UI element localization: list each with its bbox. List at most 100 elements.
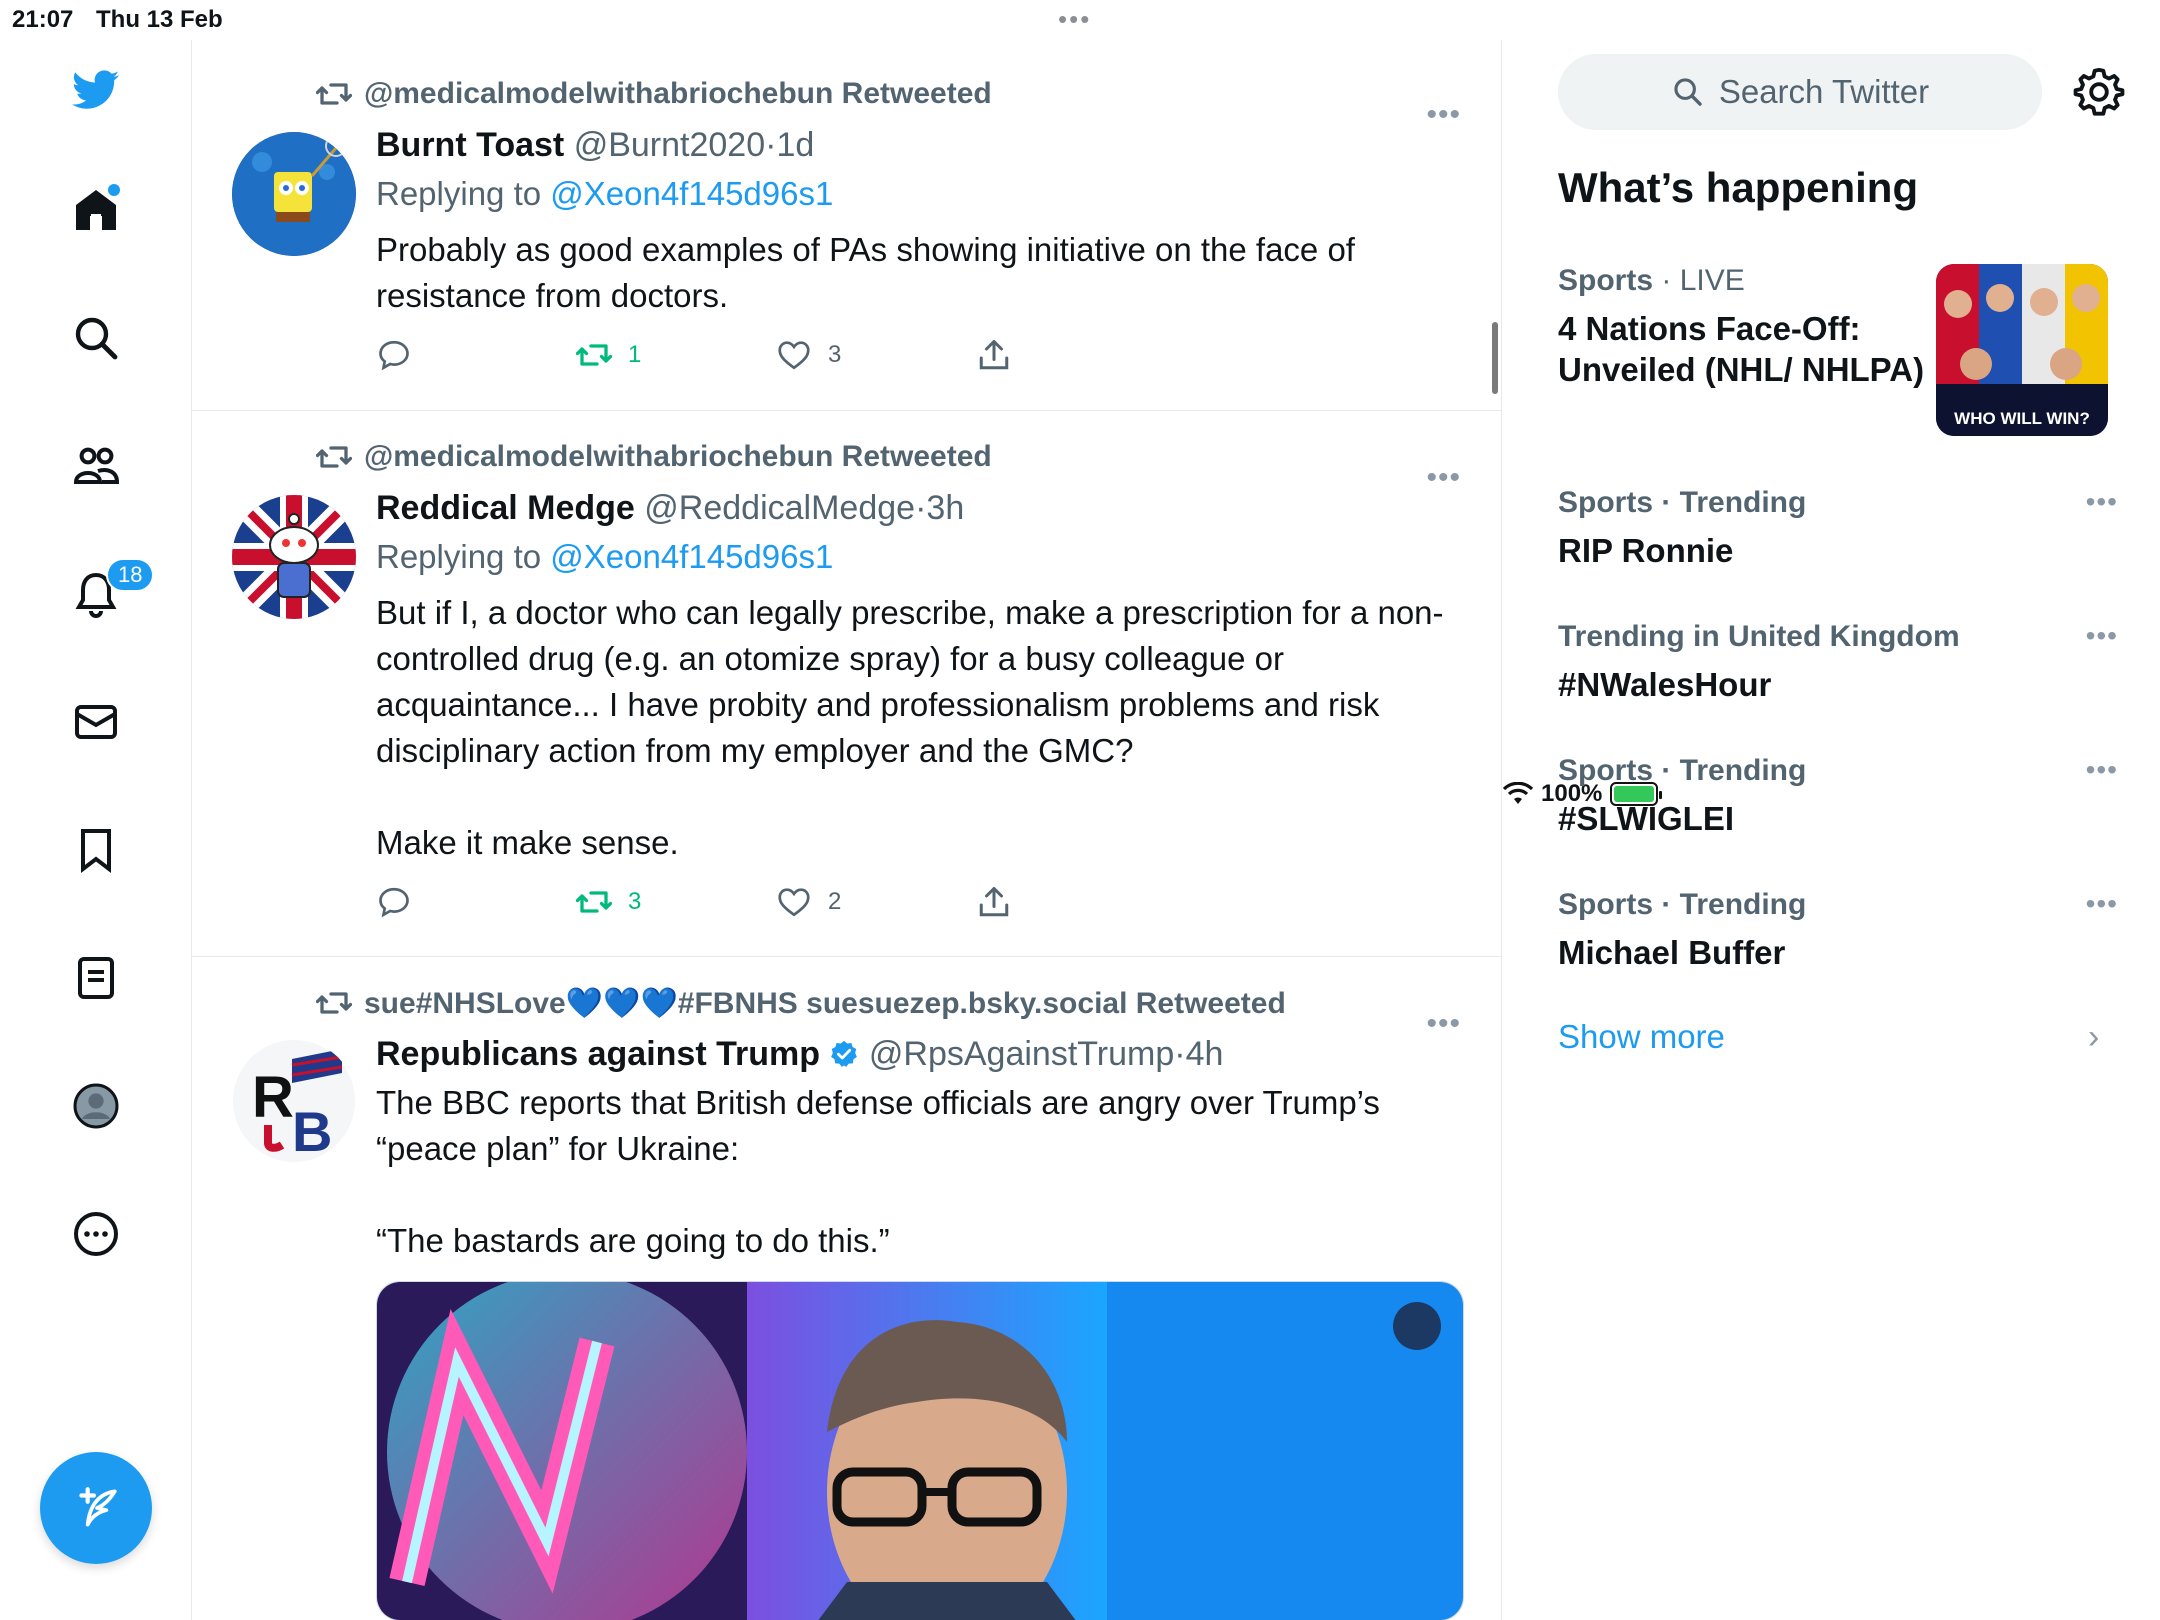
home-unread-dot <box>108 184 120 196</box>
more-options-icon[interactable] <box>68 1206 124 1262</box>
tweet-text: But if I, a doctor who can legally presc… <box>376 594 1444 861</box>
share-button[interactable] <box>976 884 1176 920</box>
trend-more-button[interactable]: ••• <box>2086 888 2118 920</box>
search-placeholder: Search Twitter <box>1718 73 1930 110</box>
like-count: 3 <box>828 341 842 368</box>
retweet-context-icon <box>316 446 352 468</box>
trend-more-button[interactable]: ••• <box>2086 486 2118 518</box>
verified-badge-icon <box>831 1040 858 1067</box>
author-handle[interactable]: @ReddicalMedge <box>644 489 915 527</box>
retweet-button[interactable]: 3 <box>576 884 776 920</box>
trend-item[interactable]: Trending in United Kingdom #NWalesHour •… <box>1558 620 2118 705</box>
right-sidebar: Search Twitter What’s happening Sports ·… <box>1503 40 2160 1620</box>
profile-avatar-icon[interactable] <box>68 1078 124 1134</box>
tweet-media-video[interactable] <box>376 1281 1464 1620</box>
retweet-context: @medicalmodelwithabriochebun Retweeted <box>316 439 992 475</box>
share-icon <box>979 340 1009 370</box>
reply-target-link[interactable]: @Xeon4f145d96s1 <box>550 175 833 212</box>
lists-icon[interactable] <box>68 950 124 1006</box>
reply-icon <box>379 887 409 918</box>
author-name[interactable]: Republicans against Trump <box>376 1035 820 1073</box>
trend-item[interactable]: Sports · Trending RIP Ronnie ••• <box>1558 486 2118 571</box>
author-name[interactable]: Burnt Toast <box>376 126 564 164</box>
trend-meta: Sports · LIVE <box>1558 264 1978 298</box>
tweet-actions: 3 2 <box>376 884 1461 920</box>
left-navigation: 18 <box>0 40 192 1620</box>
trend-more-button[interactable]: ••• <box>2086 754 2118 786</box>
compose-feather-icon <box>79 1487 117 1527</box>
retweeted-by[interactable]: @medicalmodelwithabriochebun Retweeted <box>364 77 992 111</box>
tweet[interactable]: @medicalmodelwithabriochebun Retweeted •… <box>192 411 1501 957</box>
trend-title: RIP Ronnie <box>1558 532 1734 569</box>
explore-search-icon[interactable] <box>68 310 124 366</box>
trend-more-button[interactable]: ••• <box>2086 620 2118 652</box>
tweet-body: Burnt Toast @Burnt2020·1d Replying to @X… <box>376 126 1461 373</box>
home-icon[interactable] <box>68 182 124 238</box>
reply-button[interactable] <box>376 884 576 920</box>
tweet-text: The BBC reports that British defense off… <box>376 1084 1380 1259</box>
bookmarks-icon[interactable] <box>68 822 124 878</box>
reply-icon <box>379 340 409 371</box>
replying-prefix: Replying to <box>376 538 551 575</box>
tweet-actions: 1 3 <box>376 337 1461 373</box>
status-date: Thu 13 Feb <box>96 6 223 33</box>
notifications-bell-icon[interactable]: 18 <box>68 558 155 622</box>
trend-item-featured[interactable]: Sports · LIVE 4 Nations Face-Off: Unveil… <box>1558 264 1978 390</box>
retweet-context-icon <box>316 992 352 1014</box>
timeline-scrollbar[interactable] <box>1492 322 1498 394</box>
search-input[interactable]: Search Twitter <box>1558 54 2042 130</box>
tweet-body: Reddical Medge @ReddicalMedge·3h Replyin… <box>376 489 1461 920</box>
replying-to: Replying to @Xeon4f145d96s1 <box>376 538 1461 576</box>
trend-title: 4 Nations Face-Off: Unveiled (NHL/ NHLPA… <box>1558 310 1925 388</box>
header-separator: · <box>915 489 927 527</box>
reply-target-link[interactable]: @Xeon4f145d96s1 <box>550 538 833 575</box>
trend-title: #NWalesHour <box>1558 666 1772 703</box>
communities-icon[interactable] <box>68 438 124 494</box>
retweet-context: sue#NHSLove💙💙💙#FBNHS suesuezep.bsky.soci… <box>316 985 1286 1021</box>
like-button[interactable]: 3 <box>776 337 976 373</box>
settings-gear-icon[interactable] <box>2073 66 2125 118</box>
retweet-count: 1 <box>628 341 642 368</box>
whats-happening-title: What’s happening <box>1558 164 1919 211</box>
author-handle[interactable]: @Burnt2020 <box>574 126 765 164</box>
messages-envelope-icon[interactable] <box>68 694 124 750</box>
thumbnail-caption: WHO WILL WIN? <box>1954 409 2090 428</box>
share-button[interactable] <box>976 337 1176 373</box>
avatar[interactable] <box>232 132 356 256</box>
retweet-button[interactable]: 1 <box>576 337 776 373</box>
author-handle[interactable]: @RpsAgainstTrump <box>869 1035 1174 1073</box>
replying-prefix: Replying to <box>376 175 551 212</box>
avatar[interactable]: RB <box>232 1039 356 1163</box>
heart-icon <box>778 888 810 917</box>
trend-title: Michael Buffer <box>1558 934 1786 971</box>
compose-tweet-button[interactable] <box>40 1452 152 1564</box>
tweet-text: Probably as good examples of PAs showing… <box>376 231 1365 314</box>
reply-button[interactable] <box>376 337 576 373</box>
status-bar: 21:07 Thu 13 Feb ••• 100% <box>0 0 2160 807</box>
trend-item[interactable]: Sports · Trending Michael Buffer ••• <box>1558 888 2118 973</box>
tweet-timestamp[interactable]: 3h <box>926 489 964 527</box>
twitter-logo-icon[interactable] <box>68 62 124 118</box>
author-name[interactable]: Reddical Medge <box>376 489 635 527</box>
tweet[interactable]: @medicalmodelwithabriochebun Retweeted •… <box>192 40 1501 411</box>
like-button[interactable]: 2 <box>776 884 976 920</box>
multitasking-handle[interactable]: ••• <box>1058 4 1091 35</box>
retweet-context: @medicalmodelwithabriochebun Retweeted <box>316 76 992 112</box>
notifications-badge: 18 <box>106 558 155 592</box>
tweet[interactable]: sue#NHSLove💙💙💙#FBNHS suesuezep.bsky.soci… <box>192 957 1501 1620</box>
show-more-link[interactable]: Show more <box>1558 1018 1725 1056</box>
heart-icon <box>778 341 810 370</box>
retweeted-by[interactable]: sue#NHSLove💙💙💙#FBNHS suesuezep.bsky.soci… <box>364 986 1286 1021</box>
trend-meta: Sports · Trending <box>1558 754 1807 787</box>
retweeted-by[interactable]: @medicalmodelwithabriochebun Retweeted <box>364 440 992 474</box>
trend-category: Sports <box>1558 264 1654 297</box>
like-count: 2 <box>828 888 842 915</box>
trend-thumbnail[interactable]: WHO WILL WIN? <box>1936 264 2108 436</box>
avatar[interactable] <box>232 495 356 619</box>
trend-item[interactable]: Sports · Trending #SLWIGLEI ••• <box>1558 754 2118 839</box>
chevron-right-icon: › <box>2088 1018 2100 1056</box>
retweet-icon <box>576 891 612 913</box>
tweet-timestamp[interactable]: 4h <box>1186 1035 1224 1073</box>
tweet-timestamp[interactable]: 1d <box>776 126 814 164</box>
timeline[interactable]: @medicalmodelwithabriochebun Retweeted •… <box>192 40 1502 1620</box>
